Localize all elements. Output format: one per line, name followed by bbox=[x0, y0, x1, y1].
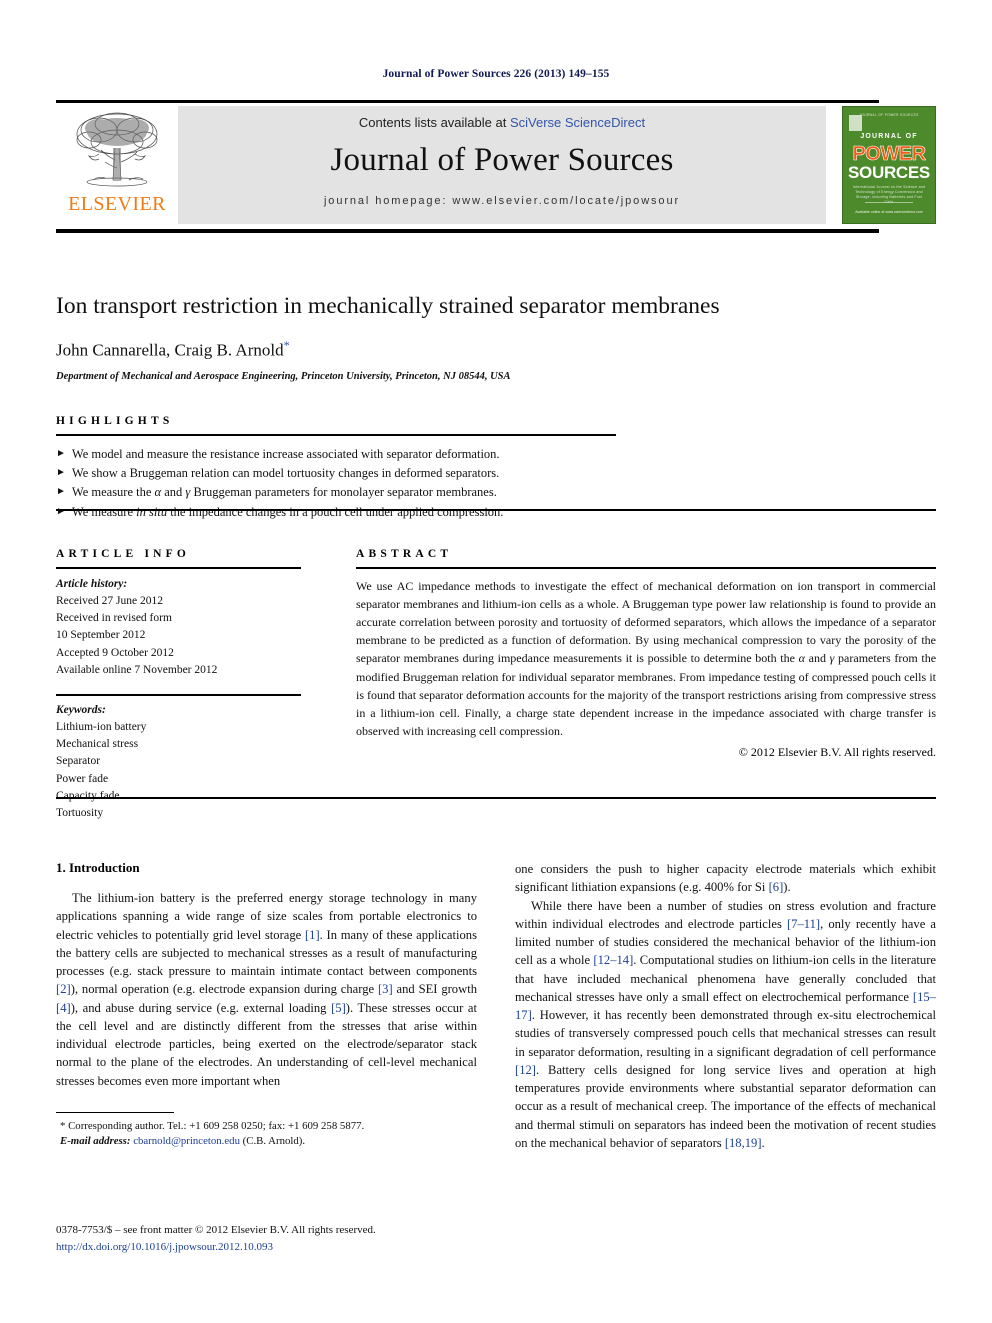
article-page: Journal of Power Sources 226 (2013) 149–… bbox=[0, 0, 992, 1323]
email-link[interactable]: cbarnold@princeton.edu bbox=[133, 1135, 240, 1147]
keyword-item: Tortuosity bbox=[56, 807, 104, 819]
author-names: John Cannarella, Craig B. Arnold bbox=[56, 340, 284, 360]
article-info-section: ARTICLE INFO Article history: Received 2… bbox=[56, 548, 301, 822]
footnote-block: * Corresponding author. Tel.: +1 609 258… bbox=[56, 1119, 477, 1150]
triangle-bullet-icon: ► bbox=[56, 447, 66, 459]
highlight-text: We model and measure the resistance incr… bbox=[71, 446, 500, 461]
article-history-heading: Article history: bbox=[56, 577, 128, 590]
cover-line-journal-of: JOURNAL OF bbox=[860, 133, 918, 140]
section-heading-introduction: 1. Introduction bbox=[56, 860, 140, 875]
corresponding-author-note: * Corresponding author. Tel.: +1 609 258… bbox=[60, 1119, 365, 1132]
journal-banner: Contents lists available at SciVerse Sci… bbox=[178, 106, 826, 224]
highlight-text: We measure in situ the impedance changes… bbox=[71, 504, 504, 519]
paragraph-text: While there have been a number of studie… bbox=[515, 898, 936, 1150]
list-item: ► We measure in situ the impedance chang… bbox=[56, 503, 616, 522]
doi-link[interactable]: http://dx.doi.org/10.1016/j.jpowsour.201… bbox=[56, 1239, 477, 1256]
keywords-heading: Keywords: bbox=[56, 703, 106, 716]
history-item: Accepted 9 October 2012 bbox=[56, 646, 174, 659]
cover-footer-text: Available online at www.sciencedirect.co… bbox=[855, 210, 923, 214]
cover-divider bbox=[865, 202, 913, 203]
running-head: Journal of Power Sources 226 (2013) 149–… bbox=[382, 68, 610, 80]
intro-paragraph-right-1: one considers the push to higher capacit… bbox=[515, 860, 936, 897]
list-item: ► We show a Bruggeman relation can model… bbox=[56, 464, 616, 483]
email-label: E-mail address: bbox=[60, 1135, 131, 1148]
elsevier-logo: ELSEVIER bbox=[56, 106, 178, 224]
abstract-text: We use AC impedance methods to investiga… bbox=[356, 578, 937, 739]
journal-cover-thumbnail[interactable]: JOURNAL OF POWER SOURCES JOURNAL OF POWE… bbox=[842, 106, 936, 224]
abstract-label: ABSTRACT bbox=[356, 548, 453, 560]
highlights-label: HIGHLIGHTS bbox=[56, 415, 174, 427]
history-item: Received in revised form bbox=[56, 612, 172, 624]
abstract-rule bbox=[356, 567, 936, 569]
highlights-rule bbox=[56, 434, 616, 436]
triangle-bullet-icon: ► bbox=[56, 466, 66, 478]
keyword-item: Power fade bbox=[56, 772, 109, 785]
elsevier-tree-icon bbox=[76, 112, 158, 187]
footnote-divider bbox=[56, 1111, 174, 1113]
author-list: John Cannarella, Craig B. Arnold* bbox=[56, 338, 936, 361]
elsevier-wordmark: ELSEVIER bbox=[68, 193, 166, 215]
journal-title: Journal of Power Sources bbox=[330, 142, 674, 178]
journal-homepage-link[interactable]: journal homepage: www.elsevier.com/locat… bbox=[324, 195, 680, 207]
body-column-left: 1. Introduction The lithium-ion battery … bbox=[56, 860, 477, 1152]
paragraph-text: one considers the push to higher capacit… bbox=[515, 862, 936, 895]
cover-elsevier-mark-icon bbox=[849, 115, 862, 131]
cover-line-sources: SOURCES bbox=[848, 163, 930, 182]
body-columns: 1. Introduction The lithium-ion battery … bbox=[56, 860, 936, 1152]
list-item: ► We measure the α and γ Bruggeman param… bbox=[56, 483, 616, 502]
abstract-copyright: © 2012 Elsevier B.V. All rights reserved… bbox=[738, 744, 936, 759]
highlights-bottom-rule bbox=[56, 509, 936, 511]
info-abstract-row: ARTICLE INFO Article history: Received 2… bbox=[56, 548, 936, 822]
title-block: Ion transport restriction in mechanicall… bbox=[56, 292, 936, 382]
intro-paragraph-right-2: While there have been a number of studie… bbox=[515, 897, 936, 1153]
history-item: Available online 7 November 2012 bbox=[56, 663, 218, 676]
article-info-label: ARTICLE INFO bbox=[56, 548, 191, 560]
body-column-right: one considers the push to higher capacit… bbox=[515, 860, 936, 1152]
highlights-section: HIGHLIGHTS ► We model and measure the re… bbox=[56, 415, 616, 522]
triangle-bullet-icon: ► bbox=[56, 486, 66, 498]
article-info-rule bbox=[56, 567, 301, 569]
abstract-section: ABSTRACT We use AC impedance methods to … bbox=[356, 548, 936, 822]
intro-paragraph-left: The lithium-ion battery is the preferred… bbox=[56, 889, 477, 1090]
journal-cover-cell: JOURNAL OF POWER SOURCES JOURNAL OF POWE… bbox=[842, 106, 936, 224]
keyword-item: Separator bbox=[56, 755, 101, 768]
header-top-rule bbox=[56, 100, 879, 103]
list-item: ► We model and measure the resistance in… bbox=[56, 445, 616, 464]
issn-line: 0378-7753/$ – see front matter © 2012 El… bbox=[56, 1224, 376, 1236]
paragraph-text: The lithium-ion battery is the preferred… bbox=[56, 891, 477, 1088]
highlight-text: We measure the α and γ Bruggeman paramet… bbox=[71, 485, 497, 500]
keyword-item: Lithium-ion battery bbox=[56, 720, 147, 733]
corresponding-author-marker[interactable]: * bbox=[284, 338, 290, 352]
article-title: Ion transport restriction in mechanicall… bbox=[56, 293, 720, 319]
imprint-block: 0378-7753/$ – see front matter © 2012 El… bbox=[56, 1222, 477, 1255]
abstract-bottom-rule bbox=[56, 797, 936, 799]
contents-prefix: Contents lists available at bbox=[358, 115, 510, 130]
keyword-item: Mechanical stress bbox=[56, 738, 139, 750]
contents-available-line: Contents lists available at SciVerse Sci… bbox=[359, 115, 645, 130]
email-note: E-mail address: cbarnold@princeton.edu (… bbox=[56, 1134, 477, 1149]
affiliation: Department of Mechanical and Aerospace E… bbox=[56, 370, 511, 382]
keywords-rule bbox=[56, 694, 301, 696]
cover-top-small-text: JOURNAL OF POWER SOURCES bbox=[859, 113, 919, 117]
email-owner: (C.B. Arnold). bbox=[242, 1135, 306, 1148]
history-item: 10 September 2012 bbox=[56, 629, 146, 642]
journal-header: ELSEVIER Contents lists available at Sci… bbox=[56, 100, 936, 233]
history-item: Received 27 June 2012 bbox=[56, 594, 163, 607]
highlight-text: We show a Bruggeman relation can model t… bbox=[71, 465, 500, 480]
header-bottom-rule bbox=[56, 229, 879, 233]
article-history-block: Article history: Received 27 June 2012 R… bbox=[56, 576, 301, 680]
keywords-block: Keywords: Lithium-ion battery Mechanical… bbox=[56, 694, 301, 822]
sciencedirect-link[interactable]: SciVerse ScienceDirect bbox=[510, 115, 645, 130]
triangle-bullet-icon: ► bbox=[56, 505, 66, 517]
